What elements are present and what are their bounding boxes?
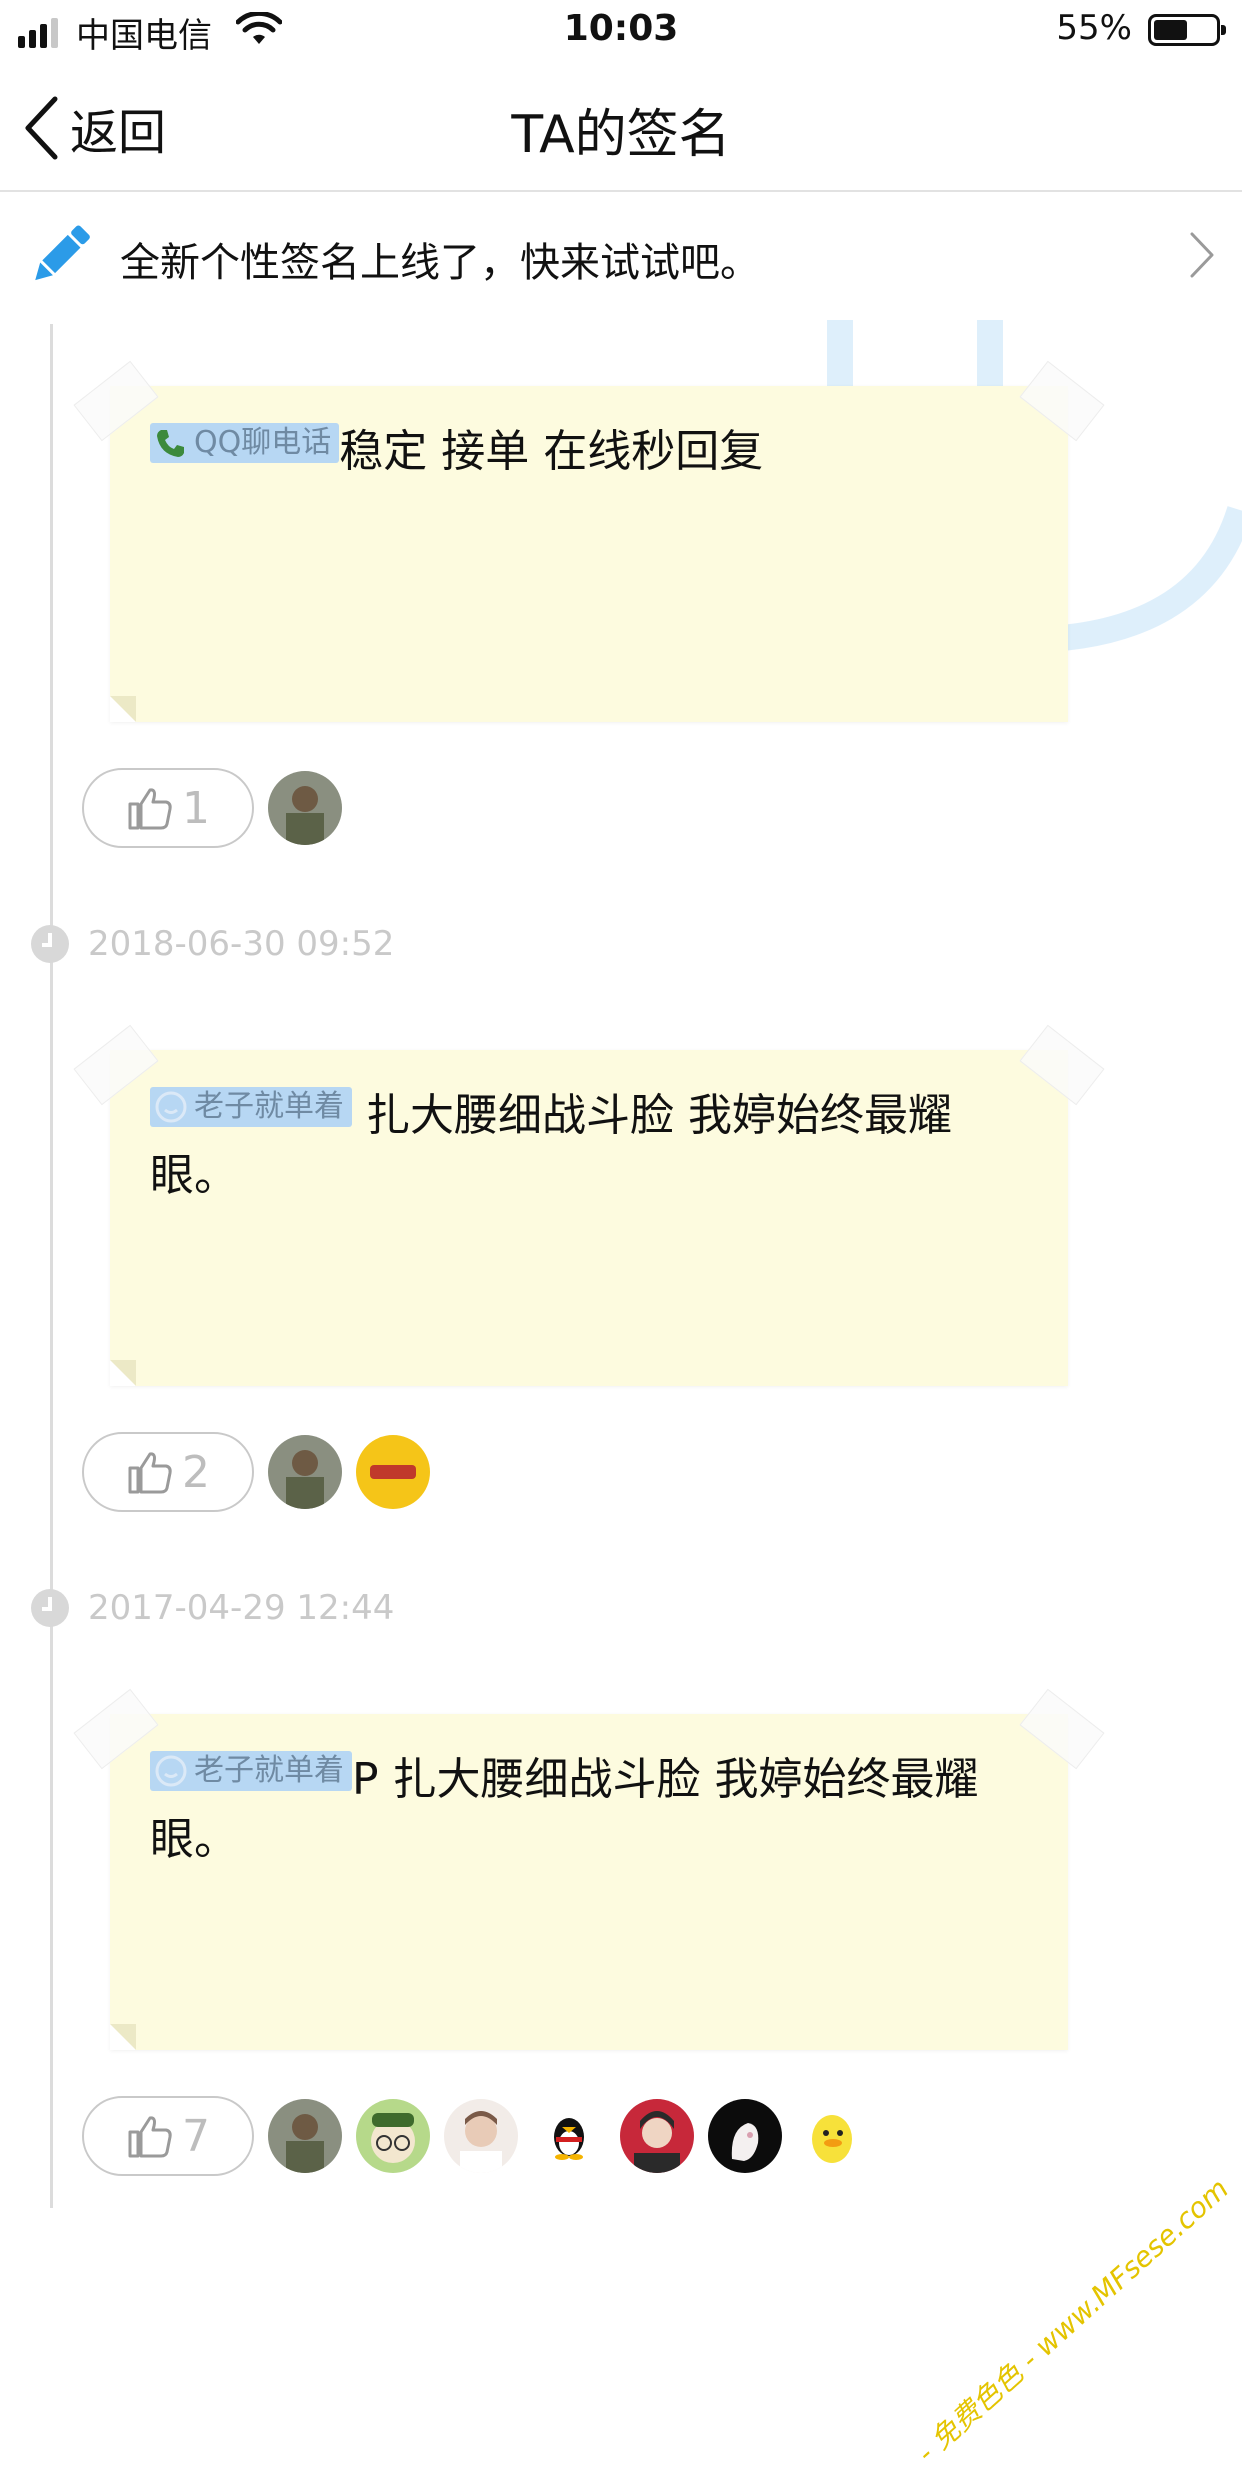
signature-content: 老子就单着 P 扎大腰细战斗脸 我婷始终最耀眼。 [150, 1750, 1028, 1870]
like-row: 1 [82, 768, 342, 848]
avatar[interactable] [796, 2099, 870, 2173]
like-button[interactable]: 1 [82, 768, 254, 848]
avatar[interactable] [356, 1435, 430, 1509]
avatar[interactable] [444, 2099, 518, 2173]
pencil-icon [35, 225, 90, 281]
signature-content: 老子就单着 扎大腰细战斗脸 我婷始终最耀眼。 [150, 1086, 1028, 1206]
like-button[interactable]: 7 [82, 2096, 254, 2176]
timestamp: 2017-04-29 12:44 [88, 1588, 395, 1628]
navigation-bar: 返回 TA的签名 [0, 64, 1242, 192]
avatar[interactable] [532, 2099, 606, 2173]
banner-text: 全新个性签名上线了，快来试试吧。 [120, 240, 760, 286]
status-bar: 中国电信 10:03 55% [0, 0, 1242, 64]
like-count: 1 [182, 782, 210, 834]
site-watermark: - 免费色色 - www.MFsese.com [909, 2171, 1235, 2470]
thumbs-up-icon [128, 1452, 172, 1494]
chevron-right-icon [1190, 232, 1214, 278]
battery-percent: 55% [1056, 8, 1132, 48]
signature-tag[interactable]: 老子就单着 [150, 1087, 352, 1127]
phone-icon [157, 430, 184, 457]
clock-icon [31, 925, 69, 963]
avatar[interactable] [268, 771, 342, 845]
timeline-line [50, 324, 53, 2208]
like-count: 7 [182, 2110, 210, 2162]
like-row: 2 [82, 1432, 430, 1512]
signature-text: 稳定 接单 在线秒回复 [339, 426, 764, 477]
avatar[interactable] [620, 2099, 694, 2173]
tag-label: QQ聊电话 [194, 425, 332, 460]
like-button[interactable]: 2 [82, 1432, 254, 1512]
mood-icon [155, 1091, 187, 1123]
timestamp-row: 2018-06-30 09:52 [30, 922, 394, 966]
tag-label: 老子就单着 [194, 1089, 344, 1124]
timestamp-row: 2017-04-29 12:44 [30, 1586, 394, 1630]
avatar[interactable] [268, 2099, 342, 2173]
signature-card: 老子就单着 P 扎大腰细战斗脸 我婷始终最耀眼。 [73, 1688, 1105, 2050]
tag-label: 老子就单着 [194, 1753, 344, 1788]
avatar[interactable] [356, 2099, 430, 2173]
thumbs-up-icon [128, 788, 172, 830]
signature-card: 老子就单着 扎大腰细战斗脸 我婷始终最耀眼。 [73, 1024, 1105, 1386]
signature-card: QQ聊电话 稳定 接单 在线秒回复 [73, 360, 1105, 722]
signature-content: QQ聊电话 稳定 接单 在线秒回复 [150, 422, 1028, 482]
new-signature-banner[interactable]: 全新个性签名上线了，快来试试吧。 [0, 192, 1242, 324]
like-row: 7 [82, 2096, 870, 2176]
thumbs-up-icon [128, 2116, 172, 2158]
avatar[interactable] [268, 1435, 342, 1509]
like-count: 2 [182, 1446, 210, 1498]
mood-icon [155, 1755, 187, 1787]
avatar[interactable] [708, 2099, 782, 2173]
page-title: TA的签名 [511, 105, 731, 165]
signature-tag[interactable]: QQ聊电话 [150, 423, 340, 463]
signature-tag[interactable]: 老子就单着 [150, 1751, 352, 1791]
battery-icon [1148, 14, 1226, 46]
clock-icon [31, 1589, 69, 1627]
timestamp: 2018-06-30 09:52 [88, 924, 395, 964]
